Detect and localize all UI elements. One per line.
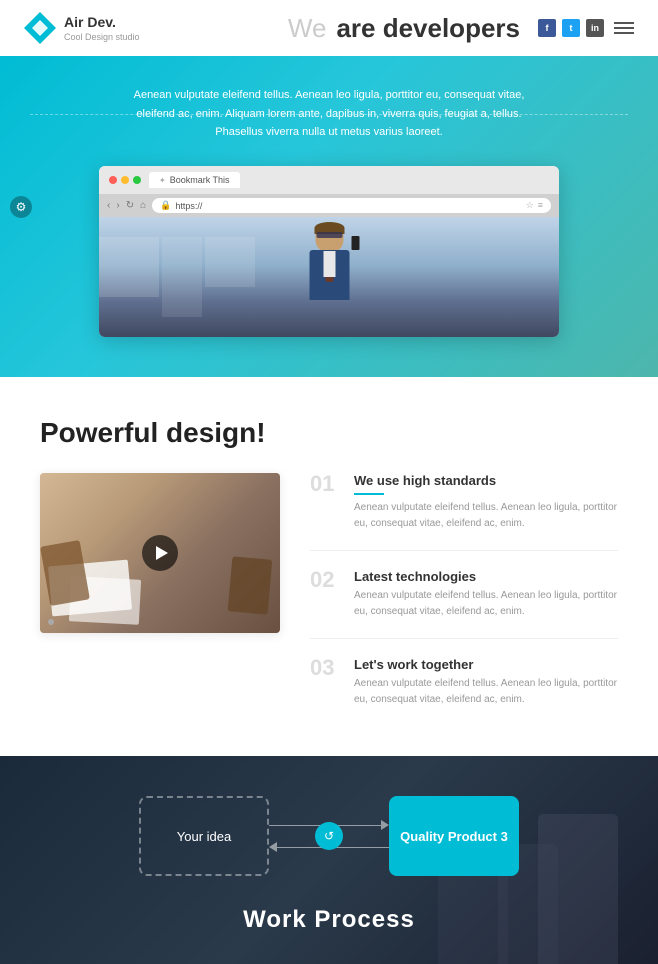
browser-url-bar: ‹ › ↻ ⌂ 🔒 https:// ☆ ≡ — [99, 194, 559, 217]
browser-tab-label: Bookmark This — [170, 175, 230, 185]
url-bar[interactable]: 🔒 https:// ☆ ≡ — [152, 198, 551, 213]
hero-section: Aenean vulputate eleifend tellus. Aenean… — [0, 56, 658, 377]
process-flow: Your idea ↺ Quality Product 3 — [30, 796, 628, 876]
star-icon[interactable]: ☆ — [526, 200, 534, 211]
logo-name: Air Dev. — [64, 14, 116, 30]
lock-icon: 🔒 — [160, 200, 171, 211]
dot-yellow[interactable] — [121, 176, 129, 184]
process-box-idea: Your idea — [139, 796, 269, 876]
feature-num-2: 02 — [310, 569, 340, 591]
process-title: Work Process — [30, 906, 628, 934]
back-button[interactable]: ‹ — [107, 200, 110, 211]
play-triangle — [156, 546, 168, 560]
box1-label: Your idea — [177, 829, 231, 844]
social-icons: f t in — [538, 19, 604, 37]
settings-icon[interactable]: ⚙ — [10, 196, 32, 218]
design-title: Powerful design! — [40, 417, 618, 449]
dot-green[interactable] — [133, 176, 141, 184]
feature-desc-3: Aenean vulputate eleifend tellus. Aenean… — [354, 676, 618, 708]
design-section: Powerful design! 01 We use high standa — [0, 377, 658, 756]
browser-content — [99, 217, 559, 337]
nav-title-we: We — [288, 13, 327, 44]
home-icon[interactable]: ⌂ — [140, 200, 146, 211]
twitter-icon[interactable]: t — [562, 19, 580, 37]
play-button[interactable] — [142, 535, 178, 571]
browser-dots — [109, 176, 141, 184]
forward-button[interactable]: › — [116, 200, 119, 211]
arrowhead-right — [381, 820, 389, 830]
dot-red[interactable] — [109, 176, 117, 184]
video-overlay[interactable] — [40, 473, 280, 633]
header: Air Dev. Cool Design studio We are devel… — [0, 0, 658, 56]
feature-desc-2: Aenean vulputate eleifend tellus. Aenean… — [354, 588, 618, 620]
feature-body-1: We use high standards Aenean vulputate e… — [354, 473, 618, 532]
feature-num-3: 03 — [310, 657, 340, 679]
feature-title-3: Let's work together — [354, 657, 618, 672]
facebook-icon[interactable]: f — [538, 19, 556, 37]
person — [297, 222, 362, 337]
feature-body-3: Let's work together Aenean vulputate ele… — [354, 657, 618, 708]
feature-body-2: Latest technologies Aenean vulputate ele… — [354, 569, 618, 620]
browser-bar: ✦ Bookmark This — [99, 166, 559, 194]
refresh-button[interactable]: ↻ — [126, 200, 134, 211]
browser-mockup: ✦ Bookmark This ‹ › ↻ ⌂ 🔒 https:// ☆ ≡ — [99, 166, 559, 337]
feature-item-2: 02 Latest technologies Aenean vulputate … — [310, 569, 618, 639]
logo-text: Air Dev. Cool Design studio — [64, 14, 140, 42]
box2-label: Quality Product 3 — [400, 829, 508, 844]
features-list: 01 We use high standards Aenean vulputat… — [310, 473, 618, 726]
arrowhead-left — [269, 842, 277, 852]
nav-title-bold: are developers — [336, 13, 520, 44]
hamburger-menu[interactable] — [614, 22, 634, 34]
logo-area: Air Dev. Cool Design studio — [24, 12, 140, 44]
feature-title-1: We use high standards — [354, 473, 618, 488]
feature-title-2: Latest technologies — [354, 569, 618, 584]
browser-tab[interactable]: ✦ Bookmark This — [149, 172, 240, 188]
hero-image — [99, 217, 559, 337]
feature-desc-1: Aenean vulputate eleifend tellus. Aenean… — [354, 500, 618, 532]
feature-num-1: 01 — [310, 473, 340, 495]
browser-url: https:// — [175, 201, 202, 211]
feature-accent-1 — [354, 493, 384, 495]
linkedin-icon[interactable]: in — [586, 19, 604, 37]
process-section: Your idea ↺ Quality Product 3 — [0, 756, 658, 964]
url-icons: ☆ ≡ — [526, 200, 543, 211]
feature-item-3: 03 Let's work together Aenean vulputate … — [310, 657, 618, 726]
process-content: Your idea ↺ Quality Product 3 — [30, 796, 628, 934]
nav-area: We are developers f t in — [288, 13, 634, 44]
logo-icon — [24, 12, 56, 44]
feature-item-1: 01 We use high standards Aenean vulputat… — [310, 473, 618, 551]
video-thumbnail[interactable] — [40, 473, 280, 633]
logo-sub: Cool Design studio — [64, 32, 140, 42]
process-box-product: Quality Product 3 — [389, 796, 519, 876]
menu-icon[interactable]: ≡ — [538, 200, 543, 211]
process-connector: ↺ — [269, 820, 389, 852]
design-content: 01 We use high standards Aenean vulputat… — [40, 473, 618, 726]
dashed-lines — [30, 114, 628, 115]
center-refresh-icon[interactable]: ↺ — [315, 822, 343, 850]
